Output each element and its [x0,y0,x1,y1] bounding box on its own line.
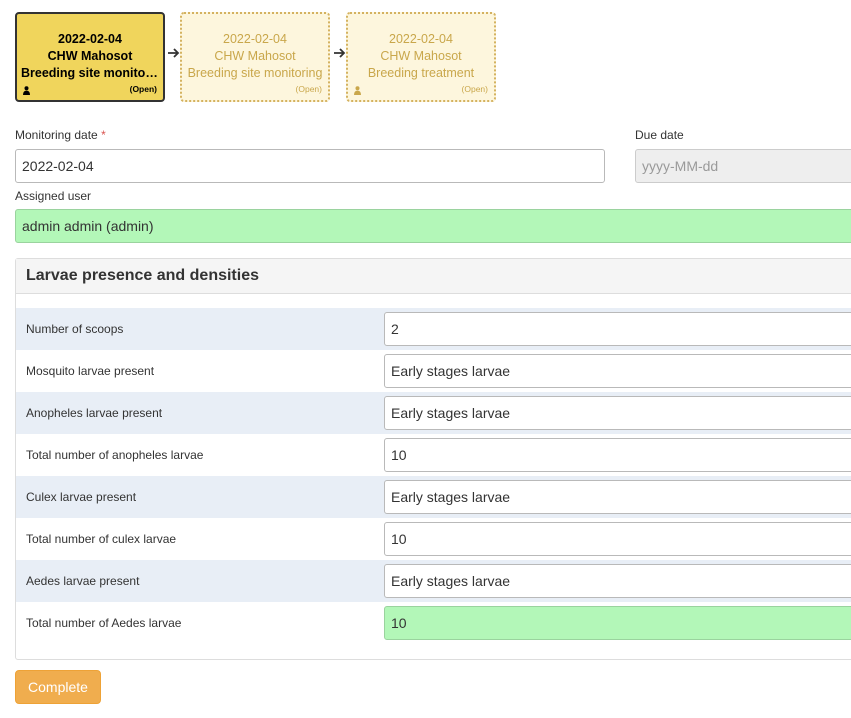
total-aedes-input[interactable]: 10 [384,606,851,640]
stage-actor: CHW Mahosot [47,49,133,63]
form-row-mosquito-larvae: Mosquito larvae present Early stages lar… [16,350,851,392]
total-culex-input[interactable]: 10 [384,522,851,556]
stage-name: Breeding treatment [367,66,475,80]
stage-card-breeding-treatment[interactable]: 2022-02-04 CHW Mahosot Breeding treatmen… [346,12,496,102]
stage-status: (Open) [295,84,322,94]
number-of-scoops-input[interactable]: 2 [384,312,851,346]
person-icon [23,86,30,95]
form-row-total-culex: Total number of culex larvae 10 [16,518,851,560]
monitoring-date-input[interactable]: 2022-02-04 [15,149,605,183]
monitoring-date-label-text: Monitoring date [15,128,98,142]
person-icon [354,86,361,95]
stage-status: (Open) [461,84,488,94]
row-label: Total number of Aedes larvae [26,616,182,630]
row-label: Total number of anopheles larvae [26,448,204,462]
monitoring-date-label: Monitoring date * [15,128,106,142]
form-row-number-of-scoops: Number of scoops 2 [16,308,851,350]
stage-date: 2022-02-04 [58,32,122,46]
assigned-user-label: Assigned user [15,189,92,203]
stage-status: (Open) [129,84,157,94]
due-date-label: Due date [635,128,684,142]
row-label: Total number of culex larvae [26,532,177,546]
stage-actor: CHW Mahosot [380,49,462,63]
aedes-larvae-select[interactable]: Early stages larvae [384,564,851,598]
form-row-anopheles-larvae: Anopheles larvae present Early stages la… [16,392,851,434]
stage-card-breeding-site-monitoring[interactable]: 2022-02-04 CHW Mahosot Breeding site mon… [180,12,330,102]
stage-actor: CHW Mahosot [214,49,296,63]
form-row-culex-larvae: Culex larvae present Early stages larvae [16,476,851,518]
complete-button[interactable]: Complete [15,670,101,704]
larvae-panel: Larvae presence and densities Number of … [15,258,851,660]
mosquito-larvae-select[interactable]: Early stages larvae [384,354,851,388]
arrow-right-icon [334,48,346,58]
stage-date: 2022-02-04 [223,32,287,46]
arrow-right-icon [168,48,180,58]
assigned-user-select[interactable]: admin admin (admin) [15,209,851,243]
row-label: Anopheles larvae present [26,406,163,420]
row-label: Aedes larvae present [26,574,140,588]
panel-title: Larvae presence and densities [16,259,851,294]
row-label: Mosquito larvae present [26,364,155,378]
stage-card-breeding-site-monitoring-current[interactable]: 2022-02-04 CHW Mahosot Breeding site mon… [15,12,165,102]
stage-name: Breeding site monitoring [187,66,323,80]
culex-larvae-select[interactable]: Early stages larvae [384,480,851,514]
form-row-total-anopheles: Total number of anopheles larvae 10 [16,434,851,476]
form-row-total-aedes: Total number of Aedes larvae 10 [16,602,851,644]
stage-name: Breeding site monitori… [21,66,163,80]
row-label: Number of scoops [26,322,124,336]
anopheles-larvae-select[interactable]: Early stages larvae [384,396,851,430]
row-label: Culex larvae present [26,490,137,504]
total-anopheles-input[interactable]: 10 [384,438,851,472]
form-row-aedes-larvae: Aedes larvae present Early stages larvae [16,560,851,602]
due-date-input: yyyy-MM-dd [635,149,851,183]
required-marker: * [101,128,106,142]
stage-date: 2022-02-04 [389,32,453,46]
